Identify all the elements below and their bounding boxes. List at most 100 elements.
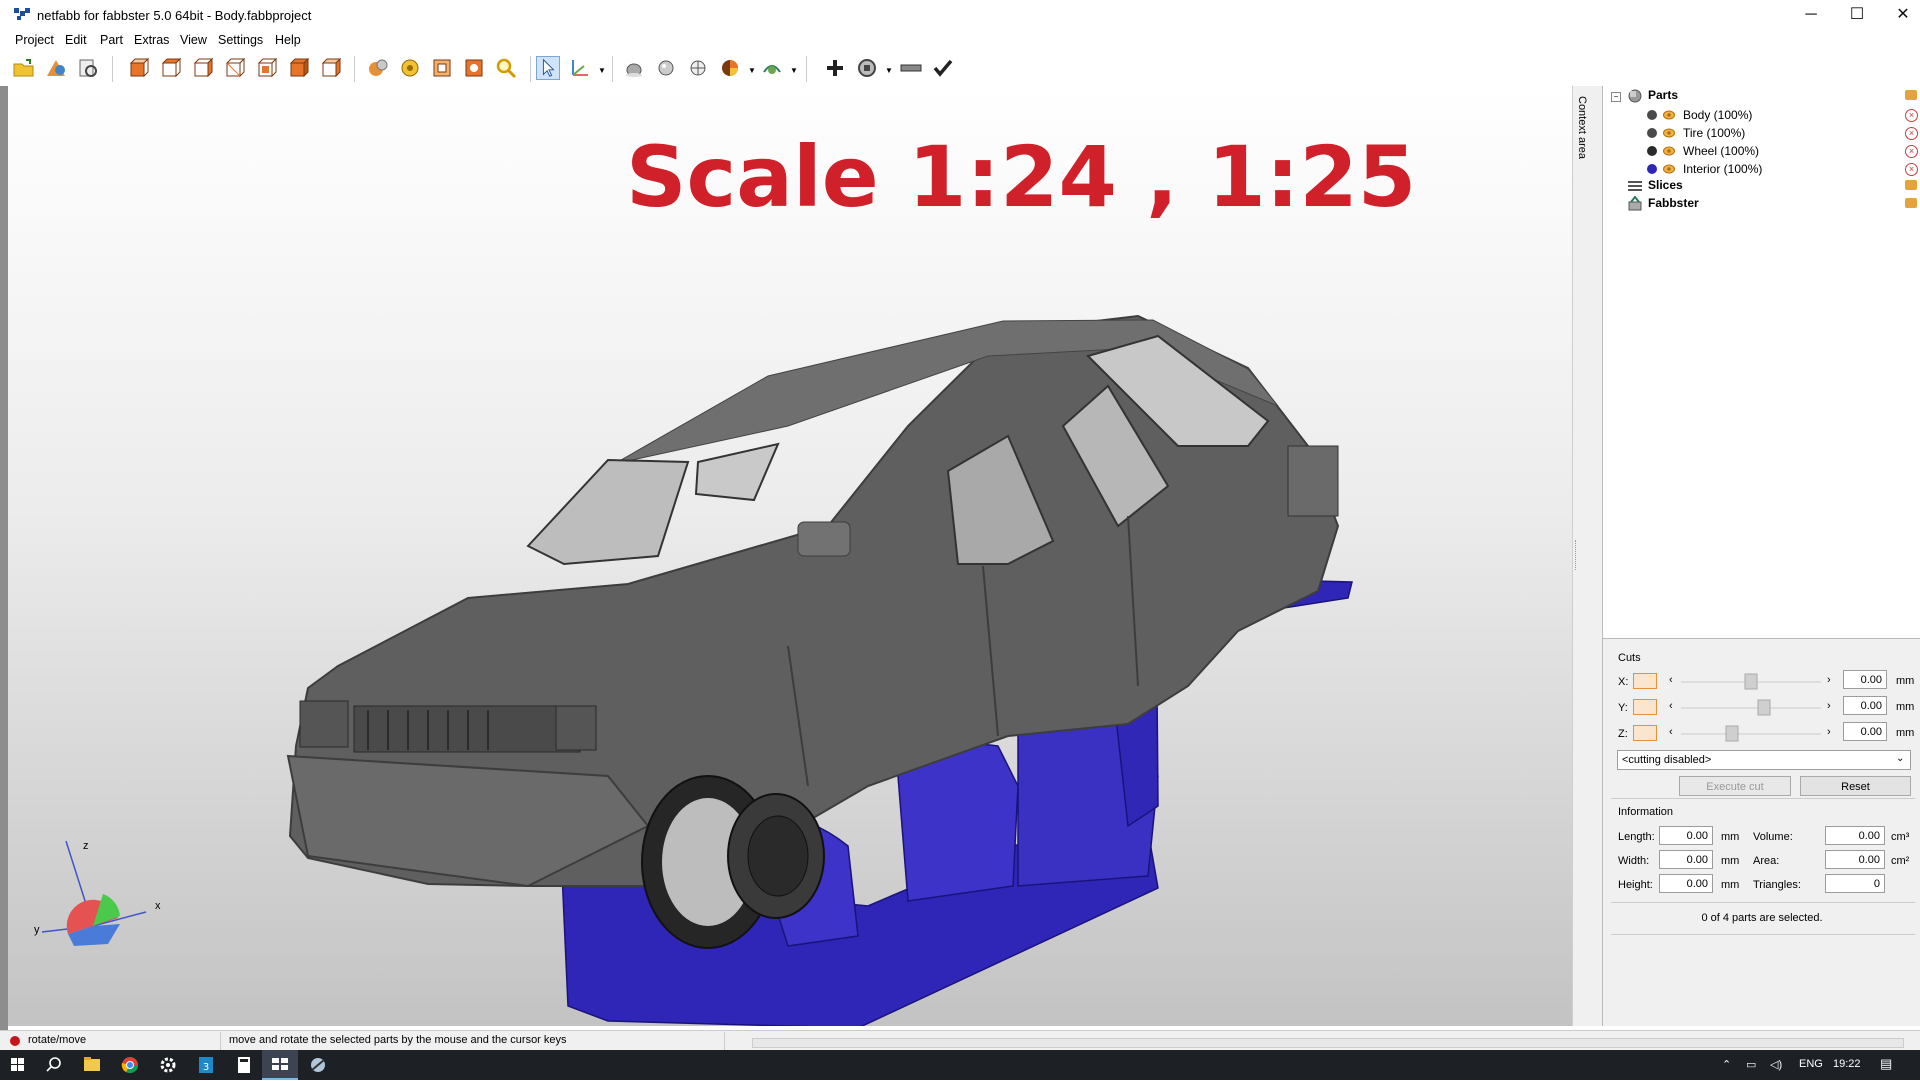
minimize-button[interactable]: ─	[1788, 0, 1834, 30]
mesh-icon[interactable]	[686, 56, 710, 80]
visibility-eye-icon[interactable]	[1663, 109, 1675, 121]
parts-folder-icon[interactable]	[1905, 90, 1917, 100]
tray-chevron-icon[interactable]: ⌃	[1722, 1058, 1731, 1071]
tree-collapse-toggle[interactable]: −	[1611, 92, 1621, 102]
cut-z-input[interactable]: 0.00	[1843, 722, 1887, 741]
view-bottom-icon[interactable]	[286, 56, 310, 80]
cut-z-slider[interactable]	[1681, 724, 1821, 743]
menu-project[interactable]: Project	[15, 33, 54, 47]
cutting-mode-select[interactable]: <cutting disabled> ⌄	[1617, 750, 1911, 770]
cut-x-input[interactable]: 0.00	[1843, 670, 1887, 689]
pan-view-icon[interactable]	[398, 56, 422, 80]
volume-icon[interactable]: ◁)	[1770, 1058, 1782, 1071]
cut-z-increment[interactable]: ›	[1827, 726, 1831, 738]
zoom-fit-icon[interactable]	[430, 56, 454, 80]
view-right-icon[interactable]	[222, 56, 246, 80]
wheel-part[interactable]	[727, 793, 825, 919]
app-sketch-icon[interactable]	[300, 1050, 336, 1080]
settings-gear-icon[interactable]	[150, 1050, 186, 1080]
network-icon[interactable]: ▭	[1746, 1058, 1756, 1071]
lighting-icon[interactable]	[760, 56, 784, 80]
rotate-view-icon[interactable]	[366, 56, 390, 80]
context-area-tab[interactable]: Context area	[1576, 96, 1588, 159]
open-icon[interactable]	[12, 56, 36, 80]
cut-z-color-icon[interactable]	[1633, 725, 1657, 741]
fabbster-folder-icon[interactable]	[1905, 198, 1917, 208]
cut-x-decrement[interactable]: ‹	[1669, 674, 1673, 686]
cut-y-color-icon[interactable]	[1633, 699, 1657, 715]
color-dropdown-icon[interactable]: ▼	[748, 66, 756, 75]
menu-help[interactable]: Help	[275, 33, 301, 47]
add-part-icon[interactable]	[44, 56, 68, 80]
select-pointer-icon[interactable]	[536, 56, 560, 80]
taskbar-netfabb-active[interactable]	[262, 1050, 298, 1080]
tree-slices[interactable]: Slices	[1648, 178, 1683, 196]
calculator-icon[interactable]	[226, 1050, 262, 1080]
execute-cut-button[interactable]: Execute cut	[1679, 776, 1791, 796]
close-button[interactable]: ✕	[1880, 0, 1920, 30]
add-icon[interactable]	[823, 56, 847, 80]
repair-dropdown-icon[interactable]: ▼	[885, 66, 893, 75]
tree-fabbster[interactable]: Fabbster	[1648, 196, 1699, 214]
remove-part-icon[interactable]: ×	[1905, 109, 1918, 122]
cut-z-decrement[interactable]: ‹	[1669, 726, 1673, 738]
menu-edit[interactable]: Edit	[65, 33, 87, 47]
clock[interactable]: 19:22	[1833, 1058, 1861, 1070]
cut-z-slider-thumb[interactable]	[1725, 725, 1739, 742]
cut-y-decrement[interactable]: ‹	[1669, 700, 1673, 712]
view-top-icon[interactable]	[254, 56, 278, 80]
remove-part-icon[interactable]: ×	[1905, 145, 1918, 158]
view-left-icon[interactable]	[190, 56, 214, 80]
maximize-button[interactable]: ☐	[1834, 0, 1880, 30]
menu-settings[interactable]: Settings	[218, 33, 263, 47]
checkmark-icon[interactable]	[931, 56, 955, 80]
tree-parts-root[interactable]: Parts	[1648, 88, 1678, 106]
body-part[interactable]	[286, 314, 1340, 888]
view-iso-icon[interactable]	[318, 56, 342, 80]
shading-icon[interactable]	[622, 56, 646, 80]
cut-y-slider[interactable]	[1681, 698, 1821, 717]
car-model-scene[interactable]	[8, 86, 1572, 1026]
windows-start-icon[interactable]	[0, 1050, 36, 1080]
remove-part-icon[interactable]: ×	[1905, 163, 1918, 176]
ruler-icon[interactable]	[899, 56, 923, 80]
3d-viewport[interactable]: Scale 1:24 , 1:25 z x y	[8, 86, 1572, 1026]
menu-part[interactable]: Part	[100, 33, 123, 47]
tree-item-body[interactable]: Body (100%) ×	[1603, 106, 1920, 124]
file-explorer-icon[interactable]	[74, 1050, 110, 1080]
load-icon[interactable]	[76, 56, 100, 80]
view-front-icon[interactable]	[126, 56, 150, 80]
visibility-eye-icon[interactable]	[1663, 163, 1675, 175]
tree-item-interior[interactable]: Interior (100%) ×	[1603, 160, 1920, 178]
cut-x-increment[interactable]: ›	[1827, 674, 1831, 686]
menu-extras[interactable]: Extras	[134, 33, 169, 47]
app-blue-icon[interactable]: 3	[188, 1050, 224, 1080]
tree-item-tire[interactable]: Tire (100%) ×	[1603, 124, 1920, 142]
tree-item-wheel[interactable]: Wheel (100%) ×	[1603, 142, 1920, 160]
repair-icon[interactable]	[855, 56, 879, 80]
color-wheel-icon[interactable]	[718, 56, 742, 80]
cut-y-slider-thumb[interactable]	[1757, 699, 1771, 716]
magnifier-icon[interactable]	[494, 56, 518, 80]
zoom-selection-icon[interactable]	[462, 56, 486, 80]
remove-part-icon[interactable]: ×	[1905, 127, 1918, 140]
axes-dropdown-icon[interactable]: ▼	[598, 66, 606, 75]
slices-folder-icon[interactable]	[1905, 180, 1917, 190]
splitter-handle[interactable]	[1575, 540, 1579, 570]
notifications-icon[interactable]: ▤	[1880, 1056, 1892, 1072]
chrome-icon[interactable]	[112, 1050, 148, 1080]
search-icon[interactable]	[36, 1050, 72, 1080]
smooth-shading-icon[interactable]	[654, 56, 678, 80]
menu-view[interactable]: View	[180, 33, 207, 47]
cut-x-slider-thumb[interactable]	[1744, 673, 1758, 690]
axes-icon[interactable]	[568, 56, 592, 80]
language-indicator[interactable]: ENG	[1799, 1058, 1823, 1070]
visibility-eye-icon[interactable]	[1663, 145, 1675, 157]
cut-x-color-icon[interactable]	[1633, 673, 1657, 689]
view-back-icon[interactable]	[158, 56, 182, 80]
cut-x-slider[interactable]	[1681, 672, 1821, 691]
visibility-eye-icon[interactable]	[1663, 127, 1675, 139]
cut-y-increment[interactable]: ›	[1827, 700, 1831, 712]
cut-y-input[interactable]: 0.00	[1843, 696, 1887, 715]
lighting-dropdown-icon[interactable]: ▼	[790, 66, 798, 75]
